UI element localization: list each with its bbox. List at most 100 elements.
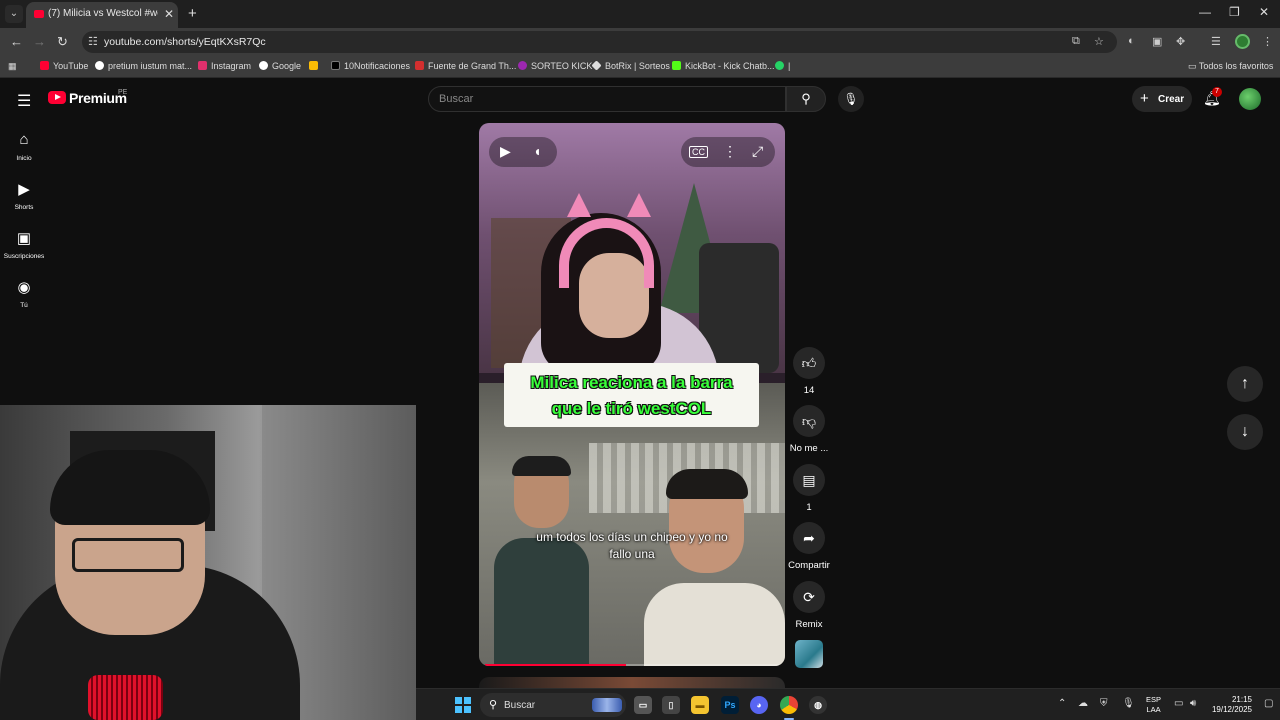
bookmark-google[interactable]: Google	[259, 61, 301, 71]
apps-grid-icon[interactable]: ▦	[8, 61, 17, 72]
tab-close-icon[interactable]: ✕	[164, 7, 174, 21]
search-placeholder: Buscar	[439, 93, 474, 105]
install-app-icon[interactable]: ⧉	[1072, 35, 1080, 48]
extension-icon[interactable]: ◐	[1128, 35, 1135, 47]
like-button[interactable]: 👍︎ 14	[788, 347, 830, 396]
system-clock[interactable]: 21:15 19/12/2025	[1210, 695, 1252, 715]
bookmark-sorteo-kick[interactable]: SORTEO KICK	[518, 61, 592, 71]
instagram-icon	[198, 61, 207, 70]
plus-icon: +	[1140, 90, 1149, 107]
audio-thumbnail[interactable]	[795, 640, 823, 668]
security-icon[interactable]: ⛨	[1100, 698, 1108, 709]
search-icon: ⚲	[489, 699, 498, 711]
taskbar-search[interactable]: ⚲ Buscar	[480, 693, 626, 717]
clock-time: 21:15	[1231, 695, 1252, 704]
search-button[interactable]: ⚲	[786, 86, 826, 112]
search-input[interactable]: Buscar	[428, 86, 786, 112]
tab-search-button[interactable]: ⌄	[5, 5, 23, 23]
next-short-button[interactable]: ↓	[1227, 414, 1263, 450]
bookmark-youtube[interactable]: YouTube	[40, 61, 88, 71]
chrome-icon[interactable]	[780, 696, 798, 714]
shorts-icon: ▶	[18, 181, 30, 198]
kickbot-icon	[672, 61, 681, 70]
dislike-label: No me ...	[789, 443, 829, 454]
more-options-icon[interactable]: ⋮	[723, 143, 737, 160]
shorts-video-player[interactable]: Milica reaciona a la barra que le tiró w…	[479, 123, 785, 666]
youtube-header: ☰ Premium PE Buscar ⚲ 🎙︎ + Crear 🔔︎ 7	[0, 80, 1280, 118]
bookmark-whatsapp[interactable]: |	[775, 61, 790, 71]
task-view-icon[interactable]: ▭	[634, 696, 652, 714]
bookmark-pinwheel[interactable]	[309, 61, 322, 71]
language-indicator[interactable]: ESP LAA	[1146, 695, 1161, 715]
forward-button[interactable]: →	[33, 34, 46, 49]
microphone-icon[interactable]: 🎙︎	[1122, 698, 1135, 709]
tray-overflow-icon[interactable]: ⌃	[1058, 698, 1066, 709]
windows-start-icon[interactable]	[455, 697, 471, 713]
notification-center-icon[interactable]: ▢	[1264, 698, 1273, 709]
hamburger-menu-icon[interactable]: ☰	[17, 91, 31, 111]
bookmarks-bar: ▦ YouTube pretium iustum mat... Instagra…	[0, 56, 1280, 78]
bookmark-notificaciones[interactable]: 10Notificaciones	[331, 61, 410, 71]
bookmark-star-icon[interactable]: ☆	[1094, 35, 1104, 48]
sidebar-item-tu[interactable]: ◉ Tú	[0, 278, 48, 309]
diamond-icon	[591, 60, 602, 71]
video-title-line: que le tiró westCOL	[551, 399, 712, 418]
browser-menu-icon[interactable]: ⋮	[1262, 35, 1273, 48]
restore-button[interactable]: ❐	[1229, 5, 1240, 19]
site-info-icon[interactable]: ☷	[88, 35, 98, 48]
bookmark-instagram[interactable]: Instagram	[198, 61, 251, 71]
closed-captions-icon[interactable]: CC	[689, 146, 708, 158]
network-icon[interactable]: ▭	[1174, 698, 1183, 709]
video-progress-track[interactable]	[485, 664, 779, 666]
close-window-button[interactable]: ✕	[1259, 5, 1269, 19]
obs-icon[interactable]: ◍	[809, 696, 827, 714]
comments-button[interactable]: ▤ 1	[788, 464, 830, 513]
media-control-icon[interactable]: ☰	[1211, 35, 1221, 48]
create-button[interactable]: + Crear	[1132, 86, 1192, 112]
extension-icon[interactable]: ▣	[1152, 35, 1162, 48]
sidebar-item-label: Shorts	[14, 204, 34, 211]
new-tab-button[interactable]: +	[188, 5, 197, 22]
discord-icon[interactable]: ◕	[750, 696, 768, 714]
back-button[interactable]: ←	[10, 34, 23, 49]
voice-search-button[interactable]: 🎙︎	[838, 86, 864, 112]
notification-count-badge: 7	[1212, 87, 1222, 97]
keyboard-layout: LAA	[1146, 705, 1161, 714]
share-button[interactable]: ➦ Compartir	[788, 522, 830, 571]
sidebar-item-shorts[interactable]: ▶ Shorts	[0, 180, 48, 211]
volume-icon[interactable]: ◖	[533, 143, 541, 159]
play-icon[interactable]: ▶	[500, 143, 511, 160]
browser-tab-active[interactable]: (7) Milicia vs Westcol #westcol ✕	[26, 2, 178, 28]
webcam-person-hair	[50, 450, 210, 525]
sidebar-item-label: Inicio	[16, 155, 32, 162]
file-explorer-icon[interactable]: ▬	[691, 696, 709, 714]
share-icon: ➦	[793, 522, 825, 554]
photoshop-icon[interactable]: Ps	[721, 696, 739, 714]
address-bar[interactable]: ☷ youtube.com/shorts/yEqtKXsR7Qc ⧉ ☆	[82, 31, 1117, 53]
dislike-button[interactable]: 👎︎ No me ...	[788, 405, 830, 454]
previous-short-button[interactable]: ↑	[1227, 366, 1263, 402]
create-label: Crear	[1158, 94, 1185, 105]
minimize-button[interactable]: —	[1199, 5, 1211, 19]
taskbar-search-label: Buscar	[504, 700, 536, 711]
bookmark-kickbot[interactable]: KickBot - Kick Chatb...	[672, 61, 775, 71]
remix-button[interactable]: ⟳ Remix	[788, 581, 830, 630]
like-count: 14	[803, 385, 815, 396]
all-bookmarks[interactable]: ▭ Todos los favoritos	[1188, 61, 1273, 72]
extensions-puzzle-icon[interactable]: ✥	[1176, 35, 1185, 48]
app-icon[interactable]: ▯	[662, 696, 680, 714]
video-progress-fill	[485, 664, 627, 666]
sidebar-item-suscripciones[interactable]: ▣ Suscripciones	[0, 229, 48, 260]
volume-icon[interactable]: 🔊︎	[1190, 698, 1196, 709]
sidebar-item-inicio[interactable]: ⌂ Inicio	[0, 131, 48, 162]
fullscreen-icon[interactable]: ⤢	[752, 143, 763, 160]
cloud-icon[interactable]: ☁	[1078, 698, 1088, 709]
remix-label: Remix	[795, 619, 823, 630]
bookmark-pretium[interactable]: pretium iustum mat...	[95, 61, 192, 71]
profile-avatar[interactable]	[1235, 34, 1250, 49]
youtube-logo-icon[interactable]	[48, 91, 66, 104]
bookmark-botrix[interactable]: BotRix | Sorteos	[591, 60, 670, 71]
user-avatar[interactable]	[1239, 88, 1261, 110]
reload-button[interactable]: ↻	[57, 34, 68, 50]
bookmark-fuente-gta[interactable]: Fuente de Grand Th...	[415, 61, 516, 71]
